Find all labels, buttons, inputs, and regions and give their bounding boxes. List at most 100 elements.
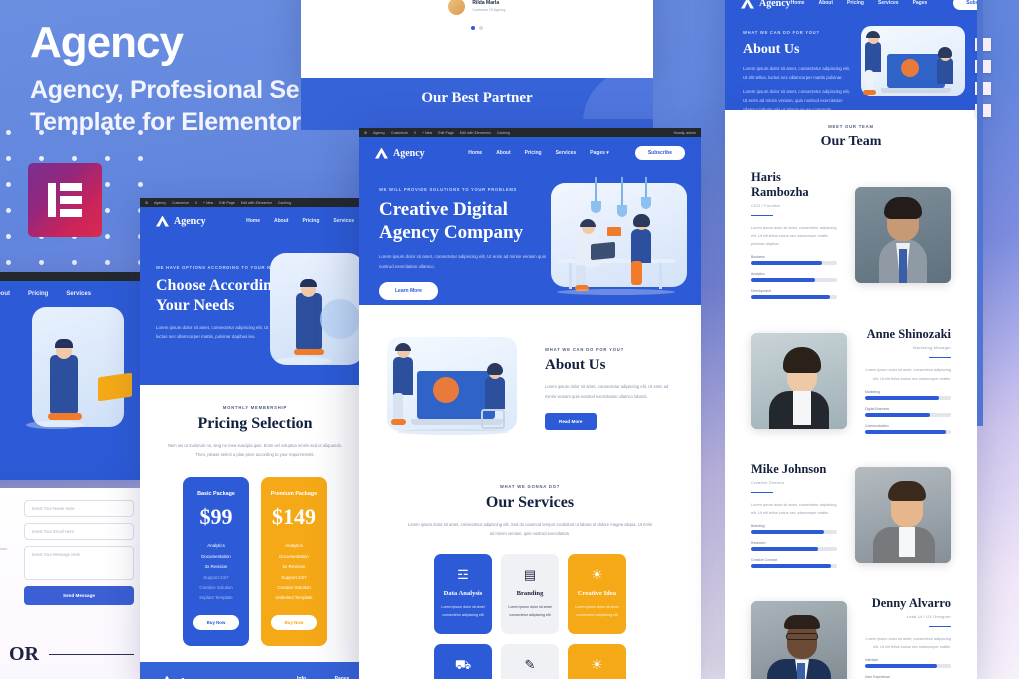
carousel-dot[interactable] xyxy=(471,25,475,30)
service-card-title: Data Analysis xyxy=(443,590,483,598)
wpbar-item[interactable]: Edit with Elementor xyxy=(460,131,491,135)
member-bio: Lorem ipsum dolor sit amet, consectetur … xyxy=(865,637,951,650)
wp-admin-bar: ⚙ Agency Customize 0 + New Edit Page Edi… xyxy=(140,198,370,207)
main-about-section: WHAT WE CAN DO FOR YOU? About Us Lorem i… xyxy=(359,305,701,466)
services-title: Our Services xyxy=(485,494,575,511)
wpbar-item[interactable]: Agency xyxy=(154,201,166,205)
wpbar-item[interactable]: Caching xyxy=(278,201,291,205)
about-title: About Us xyxy=(545,357,606,374)
decorative-blob xyxy=(583,78,653,119)
service-card-row2-3[interactable]: ☀ xyxy=(568,643,626,679)
brand-logo[interactable]: Agency xyxy=(375,148,425,159)
contact-body: Lorem ipsum dolor sit amet, Ut elit tell… xyxy=(0,546,8,551)
service-card-creative-idea[interactable]: ☀ Creative Idea Lorem ipsum dolor sit am… xyxy=(568,554,626,634)
elementor-logo xyxy=(28,163,102,237)
main-site-nav: Agency Home About Pricing Services Pages… xyxy=(359,137,701,169)
nav-link-services[interactable]: Services xyxy=(333,218,354,224)
chevron-down-icon: ▾ xyxy=(606,150,609,156)
plan-feature: Documentation xyxy=(201,553,231,559)
poster-canvas: Agency Agency, Profesional Service Templ… xyxy=(0,0,1019,679)
footer-column-info: Info About Us Our Team Contact Us xyxy=(297,676,317,679)
carousel-dot[interactable] xyxy=(479,25,483,30)
member-photo xyxy=(855,466,951,563)
wpbar-item[interactable]: Customize xyxy=(391,131,408,135)
plan-feature: Implant Template xyxy=(199,595,233,601)
services-body: Lorem ipsum dolor sit amet, consectetur … xyxy=(407,522,653,537)
wpbar-item[interactable]: Edit with Elementor xyxy=(241,201,272,205)
subscribe-button[interactable]: Subscribe xyxy=(953,0,977,10)
skill-bar: Creative Concept xyxy=(751,558,837,569)
email-field[interactable]: Insert Your Email Here xyxy=(24,523,134,540)
skill-label: Analytics xyxy=(751,272,765,277)
nav-link-home[interactable]: Home xyxy=(791,0,805,6)
plan-feature: Creative Solution xyxy=(277,584,311,590)
brand-logo[interactable]: Agency xyxy=(156,216,206,227)
service-card-branding[interactable]: ▤ Branding Lorem ipsum dolor sit amet co… xyxy=(501,554,559,634)
footer-column-pages: Pages Home Pricing Services xyxy=(335,676,350,679)
pricing-card-premium[interactable]: Premium Package $149 Analytics Documenta… xyxy=(261,477,327,646)
plan-feature: Unlimited Template xyxy=(275,595,313,601)
nav-link-home[interactable]: Home xyxy=(468,150,482,156)
learn-more-button[interactable]: Learn More xyxy=(379,281,438,300)
nav-link-pages[interactable]: Pages ▾ xyxy=(590,150,609,156)
edge-nav-link[interactable]: Pricing xyxy=(28,291,48,297)
brand-logo[interactable]: Agency xyxy=(741,0,791,9)
nav-menu: Home About Pricing Services xyxy=(246,218,354,224)
pricing-card-basic[interactable]: Basic Package $99 Analytics Documentatio… xyxy=(183,477,249,646)
edge-illustration xyxy=(6,303,140,473)
nav-link-pricing[interactable]: Pricing xyxy=(847,0,864,6)
send-message-button[interactable]: Send Message xyxy=(24,586,134,605)
skill-bar: Analytics xyxy=(751,272,837,283)
nav-link-pages[interactable]: Pages xyxy=(913,0,928,6)
wpbar-item[interactable]: + New xyxy=(422,131,432,135)
buy-now-button[interactable]: Buy Now xyxy=(270,614,318,630)
skill-fill xyxy=(751,547,819,552)
about-body: Lorem ipsum dolor sit amet, consectetur … xyxy=(545,384,669,399)
footer-brand[interactable]: Agency xyxy=(160,676,279,679)
skill-fill xyxy=(865,395,939,400)
nav-link-pricing[interactable]: Pricing xyxy=(302,218,319,224)
wpbar-item[interactable]: Edit Page xyxy=(438,131,454,135)
service-card-row2-1[interactable]: ⛟ xyxy=(434,643,492,679)
buy-now-button[interactable]: Buy Now xyxy=(192,614,240,630)
wpbar-item[interactable]: Customize xyxy=(172,201,189,205)
wpbar-item[interactable]: Edit Page xyxy=(219,201,235,205)
wpbar-item[interactable]: Caching xyxy=(497,131,510,135)
read-more-button[interactable]: Read More xyxy=(545,412,597,430)
nav-link-home[interactable]: Home xyxy=(246,218,260,224)
nav-link-services[interactable]: Services xyxy=(556,150,577,156)
nav-link-about[interactable]: About xyxy=(496,150,510,156)
wpbar-item[interactable]: Agency xyxy=(373,131,385,135)
nav-link-about[interactable]: About xyxy=(274,218,288,224)
skill-bar: Development xyxy=(751,289,837,300)
member-bio: Lorem ipsum dolor sit amet, consectetur … xyxy=(751,226,837,247)
plan-name: Basic Package xyxy=(197,491,235,498)
nav-link-services[interactable]: Services xyxy=(878,0,899,6)
carousel-dots[interactable] xyxy=(325,25,629,30)
wp-admin-bar: ⚙ Agency Customize xyxy=(0,272,140,281)
team-row: Haris Rambozha CEO / Founder Lorem ipsum… xyxy=(725,156,977,313)
nav-link-about[interactable]: About xyxy=(819,0,833,6)
edge-nav-link[interactable]: Services xyxy=(66,291,91,297)
name-field[interactable]: Insert Your Name Here xyxy=(24,500,134,517)
team-title: Our Team xyxy=(820,134,882,149)
divider xyxy=(751,215,773,216)
nav-link-pricing[interactable]: Pricing xyxy=(525,150,542,156)
left-mock-hero: WE HAVE OPTIONS ACCORDING TO YOUR NEEDS … xyxy=(140,235,370,385)
wpbar-item[interactable]: 0 xyxy=(414,131,416,135)
skill-fill xyxy=(751,564,831,569)
service-card-data-analysis[interactable]: ☲ Data Analysis Lorem ipsum dolor sit am… xyxy=(434,554,492,634)
or-divider: OR xyxy=(0,643,144,666)
wpbar-item[interactable]: + New xyxy=(203,201,213,205)
subscribe-button[interactable]: Subscribe xyxy=(634,146,685,160)
service-card-row2-2[interactable]: ✎ xyxy=(501,643,559,679)
message-field[interactable]: Insert Your Message Here xyxy=(24,546,134,580)
wpbar-howdy[interactable]: Howdy, admin xyxy=(674,131,696,135)
wpbar-item[interactable]: 0 xyxy=(195,201,197,205)
edge-mock-nav: Home About Pricing Services xyxy=(0,291,91,297)
edge-nav-link[interactable]: About xyxy=(0,291,10,297)
plan-feature: Creative Solution xyxy=(199,584,233,590)
skill-bar: Business xyxy=(751,255,837,266)
skill-fill xyxy=(865,664,938,669)
brand-name: Agency xyxy=(393,147,425,159)
